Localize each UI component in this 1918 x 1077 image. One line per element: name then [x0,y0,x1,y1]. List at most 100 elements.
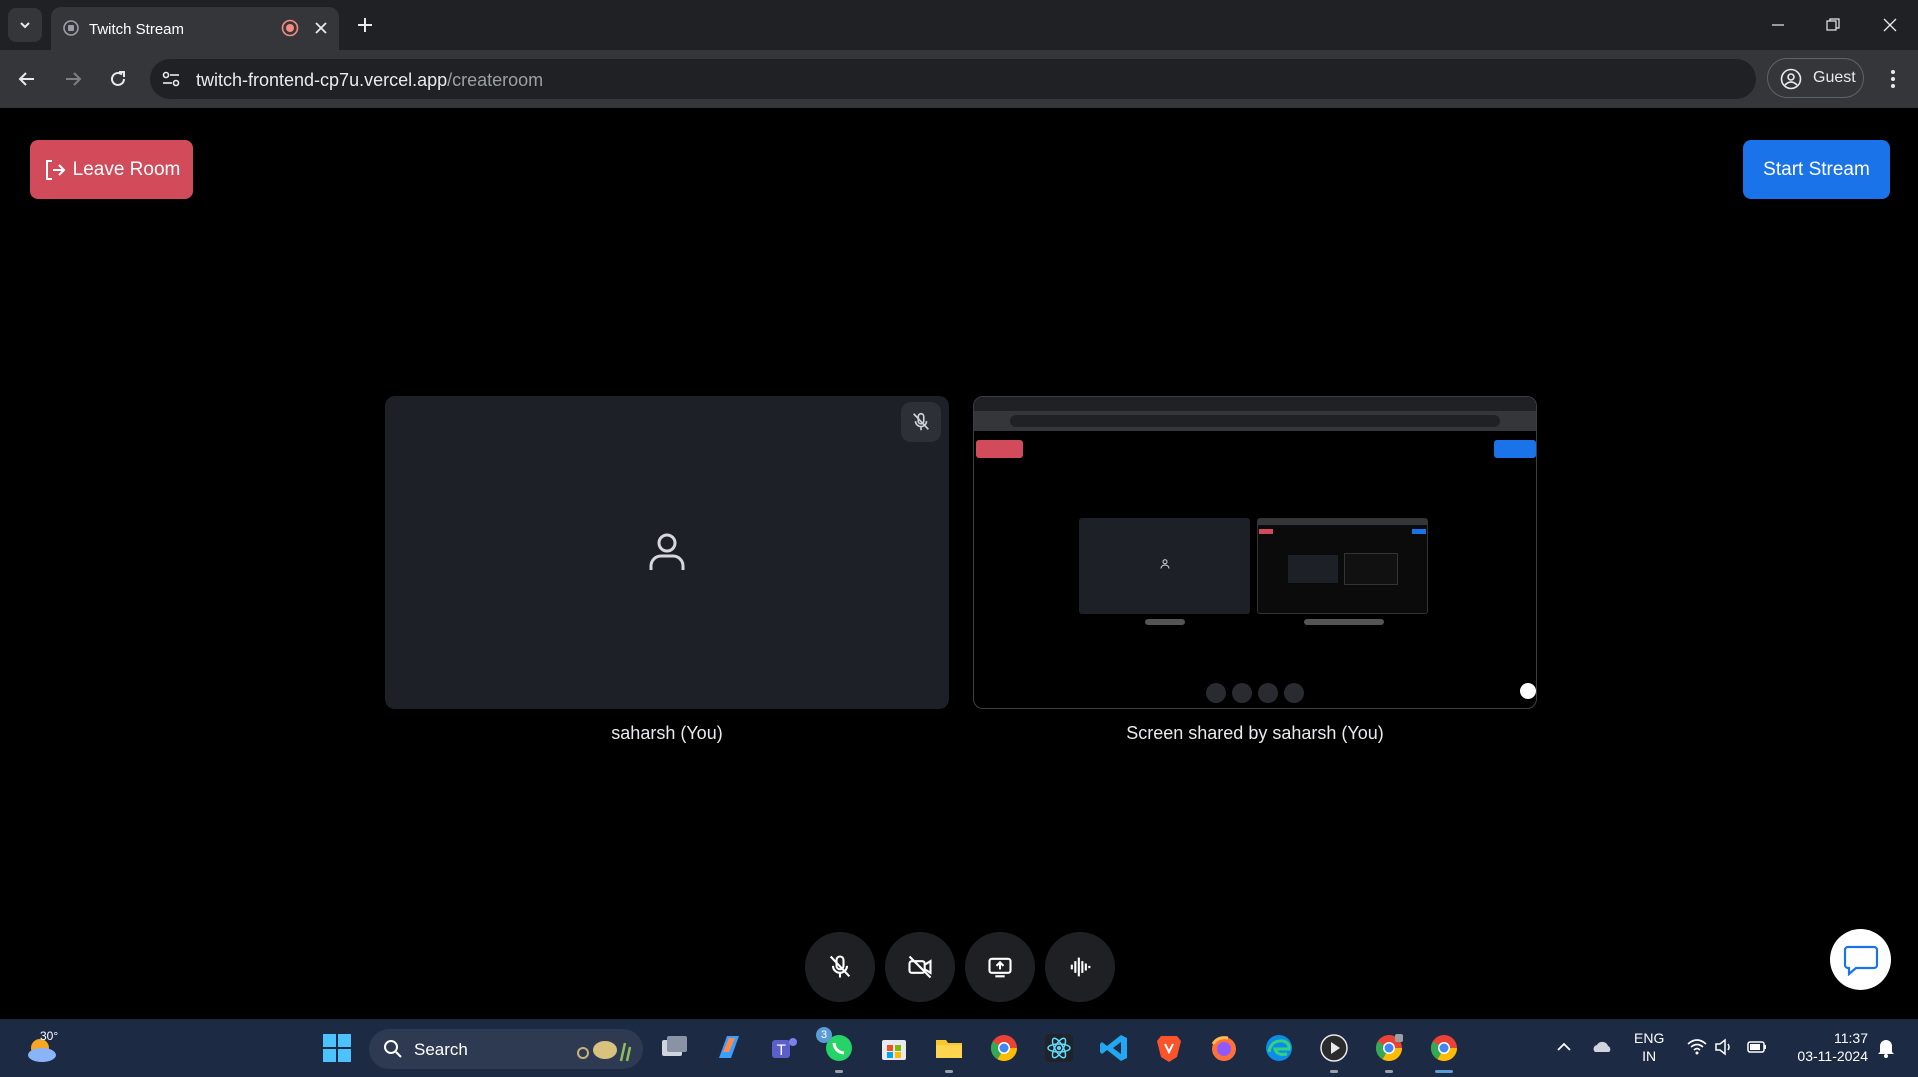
firefox-icon[interactable] [1208,1032,1240,1064]
svg-text:T: T [776,1043,786,1059]
mic-off-icon [913,412,929,431]
browser-titlebar: Twitch Stream [0,0,1918,50]
room-page: Leave Room Start Stream saharsh (You) Sc… [0,108,1918,1019]
screen-share-tile [973,396,1537,709]
clock-time: 11:37 [1834,1030,1868,1046]
chat-bubble-icon [1843,945,1878,976]
toggle-mic-button[interactable] [805,932,875,1002]
share-screen-button[interactable] [965,932,1035,1002]
audio-settings-button[interactable] [1045,932,1115,1002]
new-tab-button[interactable] [352,12,378,38]
audio-waveform-icon [1070,957,1091,977]
clock-date: 03-11-2024 [1797,1048,1868,1064]
language-indicator[interactable]: ENG IN [1634,1029,1664,1065]
mini-titlebar [974,397,1536,411]
arrow-left-icon [18,72,34,86]
microsoft-store-icon[interactable] [878,1032,910,1064]
mini-video-tile [1079,518,1250,614]
language-code: ENG [1634,1030,1665,1046]
running-indicator [835,1070,843,1073]
running-indicator [1330,1070,1338,1073]
url-text: twitch-frontend-cp7u.vercel.app/createro… [196,70,543,91]
mini-control [1258,683,1278,703]
taskbar-search[interactable]: Search [369,1029,643,1069]
chrome-active-icon[interactable] [1428,1032,1460,1064]
mini-start-button [1494,440,1536,458]
mini-caption-2 [1304,619,1384,625]
profile-icon [1780,68,1802,90]
brave-icon[interactable] [1153,1032,1185,1064]
mini-leave-button [976,440,1023,458]
close-tab-icon[interactable] [312,19,330,37]
toggle-camera-button[interactable] [885,932,955,1002]
mini-control [1206,683,1226,703]
url-path: /createroom [447,70,544,90]
running-indicator [1385,1070,1393,1073]
participant-caption: saharsh (You) [611,723,723,743]
close-window-button[interactable] [1875,10,1905,40]
mini-caption-1 [1145,619,1185,625]
leave-room-label: Leave Room [72,158,181,180]
onedrive-icon[interactable] [1591,1036,1613,1058]
battery-icon[interactable] [1746,1036,1768,1058]
tab-title: Twitch Stream [89,21,185,38]
teams-icon[interactable]: T [768,1032,800,1064]
browser-menu-button[interactable] [1880,65,1906,93]
mini-avatar-icon [1160,559,1170,569]
search-highlight-icon [577,1041,632,1062]
chevron-up-icon[interactable] [1553,1036,1575,1058]
address-bar[interactable]: twitch-frontend-cp7u.vercel.app/createro… [150,59,1756,99]
mini-address-bar [1010,415,1500,427]
forward-button[interactable] [58,64,88,94]
restore-button[interactable] [1818,10,1848,40]
twitch-favicon-icon [63,20,79,36]
running-indicator [945,1070,953,1073]
minimize-icon [1772,24,1784,26]
search-icon [384,1040,402,1058]
react-devtools-icon[interactable] [1043,1032,1075,1064]
arrow-right-icon [66,72,82,86]
copilot-icon[interactable] [713,1032,745,1064]
site-settings-icon[interactable] [160,68,182,90]
task-view-icon[interactable] [658,1032,690,1064]
more-vertical-icon [1891,70,1895,88]
muted-indicator [901,402,941,442]
reload-icon [111,71,125,86]
recording-indicator-icon [281,19,299,37]
plus-icon [358,18,372,32]
language-region: IN [1642,1048,1657,1064]
mic-off-icon [829,955,851,978]
participant-video-tile [385,396,949,709]
system-clock[interactable]: 11:37 03-11-2024 [1780,1029,1868,1065]
search-label: Search [414,1040,468,1059]
edge-icon[interactable] [1263,1032,1295,1064]
chrome-icon[interactable] [988,1032,1020,1064]
windows-start-icon[interactable] [321,1032,353,1064]
start-stream-button[interactable]: Start Stream [1743,140,1890,199]
notification-bell-icon[interactable] [1875,1036,1897,1058]
chat-button[interactable] [1830,929,1891,990]
mini-control [1284,683,1304,703]
tab-search-button[interactable] [8,8,42,42]
browser-toolbar: twitch-frontend-cp7u.vercel.app/createro… [0,50,1918,108]
wifi-icon[interactable] [1686,1036,1708,1058]
mini-screen-tile [1257,518,1428,614]
volume-icon[interactable] [1713,1036,1735,1058]
close-icon [1883,18,1897,32]
url-host: twitch-frontend-cp7u.vercel.app [196,70,448,90]
weather-temperature: 30° [40,1029,59,1043]
leave-room-button[interactable]: Leave Room [30,140,193,199]
reload-button[interactable] [103,64,133,94]
file-explorer-icon[interactable] [933,1032,965,1064]
media-player-icon[interactable] [1318,1032,1350,1064]
browser-tab[interactable]: Twitch Stream [51,7,339,50]
vscode-icon[interactable] [1098,1032,1130,1064]
running-indicator-active [1435,1070,1453,1073]
user-avatar-icon [649,533,685,570]
profile-button[interactable]: Guest [1767,58,1864,98]
chrome-dev-icon[interactable] [1373,1032,1405,1064]
leave-icon [45,159,66,180]
minimize-button[interactable] [1763,10,1793,40]
back-button[interactable] [12,64,42,94]
restore-icon [1826,18,1840,31]
